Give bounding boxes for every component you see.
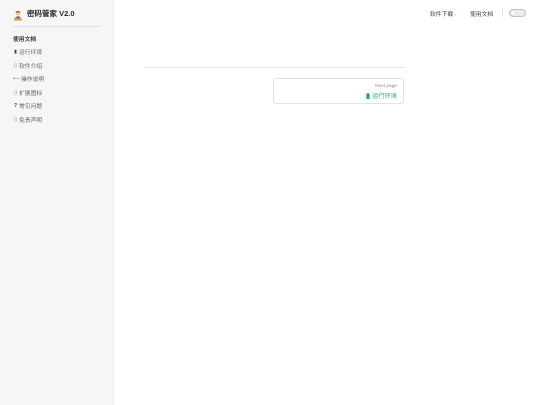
sidebar-item-label: 运行环境 xyxy=(19,50,43,56)
next-page-title-text: 运行环境 xyxy=(372,93,397,100)
sidebar-item-extension-icons[interactable]: ▯ 扩展图标 xyxy=(13,88,43,98)
sidebar-item-runtime-environment[interactable]: ▮ 运行环境 xyxy=(13,47,43,57)
arrow-icon: ⟵ xyxy=(13,75,21,82)
next-page-title: 运行环境 xyxy=(366,91,397,100)
theme-toggle[interactable] xyxy=(509,9,526,17)
download-menu-label: 软件下载 xyxy=(430,12,454,18)
divider xyxy=(502,9,503,17)
chevron-down-icon: ˅ xyxy=(454,12,457,17)
sidebar-item-label: 操作说明 xyxy=(21,77,45,83)
sidebar-item-operation-guide[interactable]: ⟵ 操作说明 xyxy=(13,74,45,84)
toggle-knob xyxy=(511,11,515,15)
next-page-link[interactable]: Next page 运行环境 xyxy=(273,78,404,104)
sidebar-item-disclaimer[interactable]: ▯ 免责声明 xyxy=(13,115,43,125)
sidebar-item-label: 软件介绍 xyxy=(19,64,43,70)
question-icon: ? xyxy=(13,102,18,109)
docs-link[interactable]: 使用文档 xyxy=(470,9,493,18)
site-title: 密码管家 V2.0 xyxy=(27,9,75,18)
sidebar-item-faq[interactable]: ? 常见问题 xyxy=(13,101,43,111)
sidebar-item-label: 扩展图标 xyxy=(19,91,43,97)
sidebar-group-title: 使用文档 xyxy=(13,37,37,43)
box-icon: ▯ xyxy=(14,62,17,69)
content-divider xyxy=(144,67,405,68)
battery-icon: ▮ xyxy=(14,48,17,55)
brand-link[interactable]: 密码管家 V2.0 xyxy=(13,7,75,21)
divider xyxy=(13,26,101,27)
sidebar-item-label: 常见问题 xyxy=(19,104,43,110)
sidebar: 密码管家 V2.0 使用文档 ▮ 运行环境 ▯ 软件介绍 ⟵ 操作说明 ▯ 扩展… xyxy=(0,0,114,405)
next-page-desc: Next page xyxy=(375,84,397,89)
sidebar-item-software-intro[interactable]: ▯ 软件介绍 xyxy=(13,61,43,71)
box-icon: ▯ xyxy=(14,89,17,96)
sidebar-item-label: 免责声明 xyxy=(19,118,43,124)
box-icon: ▯ xyxy=(14,116,17,123)
download-menu[interactable]: 软件下载˅ xyxy=(430,9,457,18)
user-avatar-icon xyxy=(13,8,23,21)
battery-icon xyxy=(366,92,370,99)
